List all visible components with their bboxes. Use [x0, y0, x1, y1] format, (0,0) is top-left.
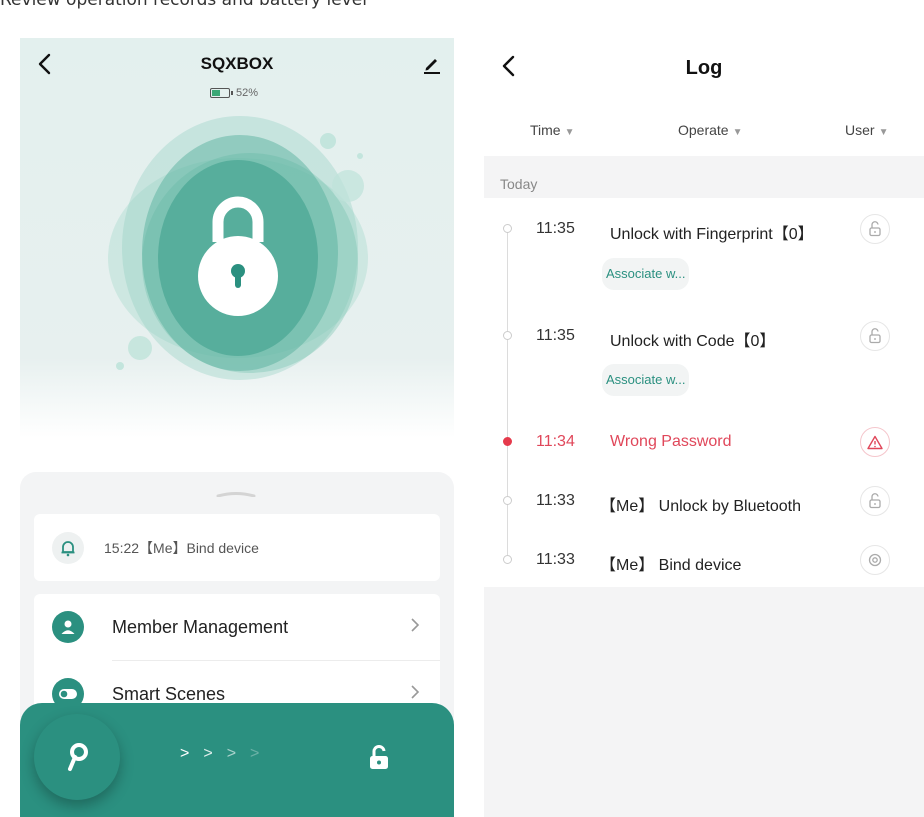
menu-item-label: Member Management — [112, 616, 289, 637]
battery-icon — [210, 88, 233, 98]
timeline-dot — [503, 437, 512, 446]
filter-time[interactable]: Time ▼ — [530, 122, 575, 138]
menu-item-label: Smart Scenes — [112, 683, 226, 704]
recent-activity-text: 15:22【Me】Bind device — [104, 539, 259, 556]
device-home-screen: SQXBOX 52% 15:22【Me】Bind device Member M… — [20, 38, 454, 817]
caret-down-icon: ▼ — [564, 127, 575, 138]
key-slider-handle[interactable] — [34, 714, 120, 800]
log-label: 【Me】 Unlock by Bluetooth — [600, 498, 801, 515]
chevron-right-icon: > — [250, 745, 260, 762]
feature-caption: Review operation records and battery lev… — [0, 0, 367, 10]
log-time: 11:33 — [536, 492, 575, 509]
device-hero: SQXBOX 52% — [20, 38, 454, 438]
filter-user[interactable]: User ▼ — [845, 122, 888, 138]
bell-icon — [52, 531, 84, 564]
lock-illustration — [100, 98, 390, 398]
sheet-grabber[interactable] — [216, 484, 256, 498]
unlock-icon — [860, 486, 890, 516]
log-entry-error[interactable]: 11:34 Wrong Password — [484, 427, 924, 457]
log-list: 11:35 Unlock with Fingerprint【0】 Associa… — [484, 198, 924, 587]
page-title: Log — [685, 57, 723, 79]
log-label: 【Me】 Bind device — [600, 557, 742, 574]
device-title: SQXBOX — [200, 54, 274, 73]
log-screen: Log Time ▼ Operate ▼ User ▼ Today 11:35 Unl… — [484, 38, 924, 817]
filter-operate[interactable]: Operate ▼ — [678, 122, 743, 138]
caret-down-icon: ▼ — [732, 127, 743, 138]
log-entry[interactable]: 11:35 Unlock with Code【0】 — [484, 321, 924, 351]
timeline-dot — [503, 555, 512, 564]
bind-icon — [860, 545, 890, 575]
associate-tag[interactable]: Associate w... — [602, 364, 690, 396]
log-label: Unlock with Code【0】 — [610, 333, 776, 350]
log-filters: Time ▼ Operate ▼ User ▼ — [484, 122, 924, 142]
key-icon — [68, 743, 88, 771]
timeline-dot — [503, 224, 512, 233]
chevron-right-icon: > — [180, 745, 190, 762]
timeline-dot — [503, 331, 512, 340]
chevron-right-icon: > — [226, 745, 237, 762]
battery-fill — [212, 90, 221, 96]
log-time: 11:35 — [536, 327, 575, 344]
user-icon — [52, 611, 84, 643]
log-entry[interactable]: 11:35 Unlock with Fingerprint【0】 — [484, 214, 924, 244]
unlock-icon — [860, 214, 890, 244]
warning-icon — [860, 427, 890, 457]
menu-item-member-management[interactable]: Member Management — [34, 594, 440, 660]
log-label: Wrong Password — [610, 433, 732, 450]
unlock-icon — [860, 321, 890, 351]
chevron-right-icon — [400, 684, 430, 705]
filter-label: Time — [530, 122, 561, 138]
recent-activity-card[interactable]: 15:22【Me】Bind device — [34, 514, 440, 581]
log-time: 11:33 — [536, 551, 575, 568]
log-entry[interactable]: 11:33 【Me】 Bind device — [484, 545, 924, 575]
unlock-icon — [368, 744, 390, 771]
filter-label: Operate — [678, 122, 729, 138]
padlock-icon — [108, 116, 368, 380]
log-header: Log Time ▼ Operate ▼ User ▼ — [484, 38, 924, 156]
log-time: 11:35 — [536, 220, 575, 237]
pencil-icon — [424, 59, 440, 74]
caret-down-icon: ▼ — [878, 127, 889, 138]
log-time: 11:34 — [536, 433, 575, 450]
chevron-right-icon: > — [203, 745, 213, 762]
associate-tag[interactable]: Associate w... — [602, 258, 690, 290]
slide-arrows: > > > > — [180, 745, 259, 763]
log-label: Unlock with Fingerprint【0】 — [610, 226, 814, 243]
timeline-dot — [503, 496, 512, 505]
chevron-right-icon — [400, 617, 430, 638]
filter-label: User — [845, 122, 875, 138]
edit-button[interactable] — [420, 52, 444, 76]
date-group-header: Today — [500, 176, 538, 192]
log-entry[interactable]: 11:33 【Me】 Unlock by Bluetooth — [484, 486, 924, 516]
